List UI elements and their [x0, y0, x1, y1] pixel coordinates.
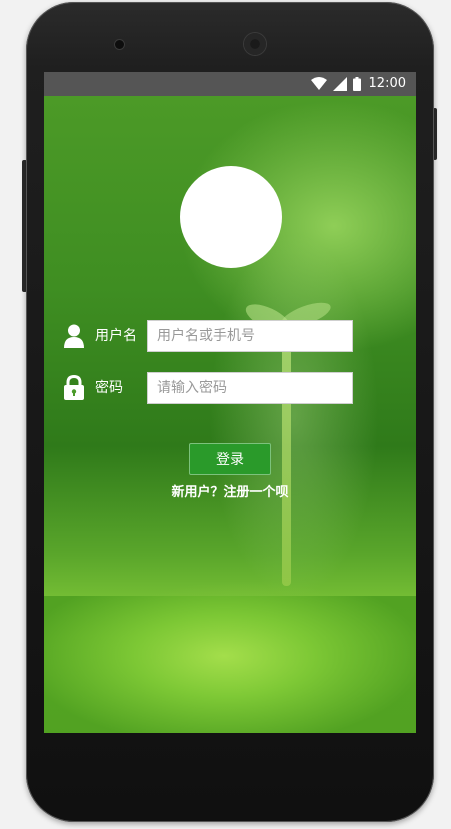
battery-icon: [352, 77, 361, 91]
password-label: 密码: [95, 380, 123, 396]
earpiece-speaker: [244, 33, 266, 55]
login-button[interactable]: 登录: [189, 443, 271, 475]
login-screen: 用户名 密码 登录 新用户？注册一个呗: [44, 96, 416, 733]
lock-icon: [64, 375, 84, 400]
wifi-icon: [310, 77, 327, 90]
signal-icon: [332, 77, 347, 91]
status-time: 12:00: [368, 76, 406, 91]
username-input[interactable]: [147, 320, 353, 352]
password-input[interactable]: [147, 372, 353, 404]
background-foliage: [44, 596, 416, 733]
front-camera: [115, 40, 124, 49]
username-row: 用户名: [62, 320, 382, 352]
status-bar: 12:00: [44, 72, 416, 96]
user-icon: [64, 324, 84, 348]
device-screen: 12:00 用户名 密码 登录 新用户？注册一: [44, 72, 416, 733]
avatar[interactable]: [180, 166, 282, 268]
register-link[interactable]: 新用户？注册一个呗: [44, 481, 416, 500]
password-row: 密码: [62, 372, 382, 404]
username-label: 用户名: [95, 328, 137, 344]
